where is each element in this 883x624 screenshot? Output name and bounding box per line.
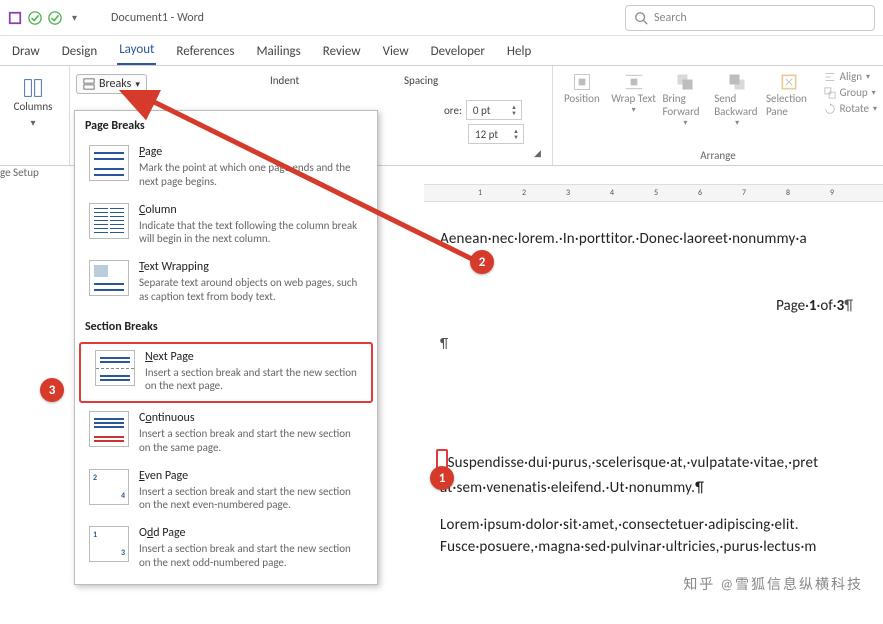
selection-pane-icon xyxy=(779,72,799,92)
before-label: ore: xyxy=(444,104,462,117)
callout-1: 1 xyxy=(430,466,454,490)
send-backward-button[interactable]: Send Backward▾ xyxy=(714,68,760,128)
tab-references[interactable]: References xyxy=(174,40,236,65)
autosave-icon[interactable] xyxy=(8,11,22,25)
chevron-down-icon: ▾ xyxy=(26,116,39,129)
continuous-break-icon xyxy=(89,411,129,447)
document-title: Document1 - Word xyxy=(111,11,204,25)
bring-forward-button[interactable]: Bring Forward▾ xyxy=(662,68,708,128)
selection-pane-button[interactable]: Selection Pane xyxy=(766,68,812,128)
qat-more-icon[interactable]: ▾ xyxy=(68,11,81,24)
position-button[interactable]: Position xyxy=(559,68,605,128)
align-icon xyxy=(824,71,836,83)
align-button[interactable]: Align▾ xyxy=(824,70,877,83)
wrap-text-icon xyxy=(624,72,644,92)
arrange-group-label: Arrange xyxy=(559,149,877,165)
tab-mailings[interactable]: Mailings xyxy=(254,40,302,65)
odd-page-break-icon: 13 xyxy=(89,526,129,562)
even-page-break-icon: 24 xyxy=(89,469,129,505)
body-text: Aenean·nec·lorem.·In·porttitor.·Donec·la… xyxy=(440,228,883,251)
callout-2: 2 xyxy=(470,250,494,274)
send-backward-icon xyxy=(727,72,747,92)
horizontal-ruler[interactable]: 123456789 xyxy=(424,184,883,202)
arrange-group: Position Wrap Text▾ Bring Forward▾ Send … xyxy=(552,66,883,165)
search-placeholder: Search xyxy=(654,11,687,25)
section-breaks-header: Section Breaks xyxy=(75,312,377,340)
break-column[interactable]: ColumnIndicate that the text following t… xyxy=(75,197,377,255)
group-icon xyxy=(824,87,836,99)
break-continuous[interactable]: ContinuousInsert a section break and sta… xyxy=(75,405,377,463)
page-break-icon xyxy=(89,145,129,181)
wrap-text-button[interactable]: Wrap Text▾ xyxy=(611,68,657,128)
tab-draw[interactable]: Draw xyxy=(10,40,42,65)
spacing-after-input[interactable]: 12 pt ▲▼ xyxy=(468,124,524,144)
title-bar: ▾ Document1 - Word Search xyxy=(0,0,883,36)
rotate-icon xyxy=(824,103,836,115)
paragraph-dialog-launcher[interactable]: ◢ xyxy=(534,148,541,159)
tab-view[interactable]: View xyxy=(381,40,411,65)
breaks-icon xyxy=(83,78,95,90)
pilcrow-mark: ¶ xyxy=(440,335,448,352)
spacing-before-input[interactable]: 0 pt ▲▼ xyxy=(466,100,522,120)
breaks-button[interactable]: Breaks ▾ xyxy=(76,74,147,94)
tab-help[interactable]: Help xyxy=(505,40,533,65)
body-text: Suspendisse·dui·purus,·scelerisque·at,·v… xyxy=(440,449,883,500)
breaks-dropdown: Page Breaks PageMark the point at which … xyxy=(74,110,378,585)
tab-developer[interactable]: Developer xyxy=(429,40,487,65)
indent-label: Indent xyxy=(270,68,299,87)
column-break-icon xyxy=(89,203,129,239)
tab-design[interactable]: Design xyxy=(60,40,99,65)
bring-forward-icon xyxy=(675,72,695,92)
page-breaks-header: Page Breaks xyxy=(75,111,377,139)
page-setup-label: ge Setup xyxy=(0,166,60,196)
break-odd-page[interactable]: 13 Odd PageInsert a section break and st… xyxy=(75,520,377,578)
break-page[interactable]: PageMark the point at which one page end… xyxy=(75,139,377,197)
next-page-break-icon xyxy=(95,350,135,386)
search-icon xyxy=(634,11,648,25)
ribbon-tabs: Draw Design Layout References Mailings R… xyxy=(0,36,883,66)
columns-icon xyxy=(23,78,43,98)
spacing-label: Spacing xyxy=(404,68,438,87)
break-text-wrapping[interactable]: Text WrappingSeparate text around object… xyxy=(75,254,377,312)
rotate-button[interactable]: Rotate▾ xyxy=(824,102,877,115)
body-text: Lorem·ipsum·dolor·sit·amet,·consectetuer… xyxy=(440,514,883,559)
break-next-page[interactable]: Next PageInsert a section break and star… xyxy=(79,342,373,404)
group-button[interactable]: Group▾ xyxy=(824,86,877,99)
break-even-page[interactable]: 24 Even PageInsert a section break and s… xyxy=(75,463,377,521)
columns-button[interactable]: Columns ▾ xyxy=(8,74,58,129)
tab-layout[interactable]: Layout xyxy=(117,38,156,65)
callout-3: 3 xyxy=(40,378,64,402)
position-icon xyxy=(572,72,592,92)
tab-review[interactable]: Review xyxy=(321,40,363,65)
page-footer: Page·1·of·3¶ xyxy=(440,297,883,315)
search-input[interactable]: Search xyxy=(625,5,875,31)
check-icon-1[interactable] xyxy=(28,11,42,25)
text-wrapping-break-icon xyxy=(89,260,129,296)
check-icon-2[interactable] xyxy=(48,11,62,25)
